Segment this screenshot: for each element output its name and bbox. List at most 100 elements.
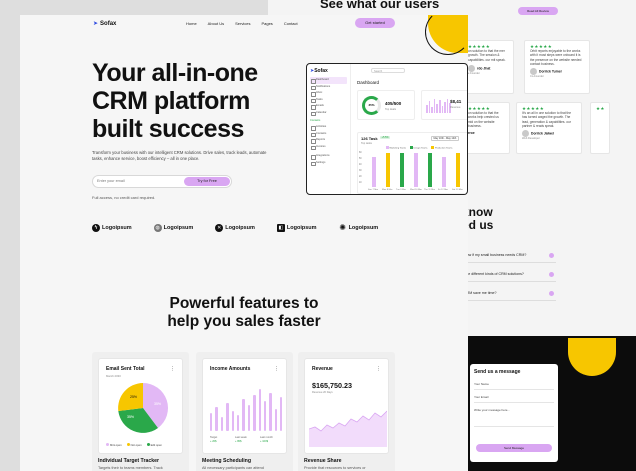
feature-title: Revenue Share [304, 458, 342, 464]
income-label: Last week [235, 436, 247, 439]
task-chart: 126 Task +5.5% Top tasks May 10th - May … [357, 132, 467, 194]
partner-logo: ◍ Logoipsum [153, 224, 194, 232]
expand-icon [549, 272, 554, 277]
faq-item[interactable]: CRM save me time? [464, 287, 556, 301]
nav-home[interactable]: Home [186, 21, 197, 26]
income-bar-chart [210, 387, 283, 431]
testimonial-card: ★★★★★ on solution to that the works help… [462, 102, 510, 154]
revenue-area-chart [309, 410, 387, 447]
chart-bar [372, 157, 376, 187]
decorative-shape [425, 15, 468, 55]
logo-text: Logoipsum [163, 225, 194, 231]
form-title: Send us a message [474, 369, 521, 375]
x-tick: Fri 12 Mar [438, 189, 448, 191]
brand-logo[interactable]: ➤ Sofax [93, 20, 116, 27]
income-label: Last month [260, 436, 273, 439]
avatar [522, 130, 529, 138]
faq-item[interactable]: How if my small business needs CRM? [464, 249, 556, 263]
chart-subtitle: Top tasks [361, 142, 372, 145]
stat-card: $8,41 Revenue [421, 90, 467, 120]
sidebar-item-settings[interactable]: Settings [310, 160, 347, 167]
dashboard-sidebar: ➤Sofax Dashboard Notifications Inbox Tas… [307, 64, 351, 194]
reviewer-role: e Founder [468, 71, 480, 75]
nav-about[interactable]: About Us [208, 21, 224, 26]
x-tick: Tue 9 Mar [396, 189, 406, 191]
stat-value: $8,41 [450, 99, 462, 104]
stat-value: 405/500 [385, 101, 402, 106]
pie-label: 25% [130, 395, 137, 399]
sidebar-item-calendar[interactable]: Calendar [310, 110, 347, 117]
name-field[interactable]: Your Name [474, 379, 554, 390]
message-field[interactable]: Write your message here... [474, 405, 554, 427]
expand-icon [549, 253, 554, 258]
testimonial-card: ★★★★★ It's an all in one solution to tha… [516, 102, 582, 154]
bar-plot: 60 50 40 30 20 10 Sun 7 Mar Mon 8 Mar Tu… [359, 152, 466, 191]
date-range-select[interactable]: May 10th - May 14th [431, 136, 459, 141]
more-icon[interactable]: ⋮ [274, 366, 279, 372]
get-started-button[interactable]: Get started [355, 18, 395, 28]
chart-bar [400, 153, 404, 187]
more-icon[interactable]: ⋮ [376, 366, 381, 372]
logo-text: Logoipsum [102, 225, 132, 231]
hero-title: Your all-in-one CRM platform built succe… [92, 59, 258, 143]
y-tick: 30 [359, 170, 362, 172]
send-message-button[interactable]: Send Message [476, 444, 552, 452]
y-tick: 10 [359, 182, 362, 184]
testimonial-card: ★★★★★ on solution to that the mer growth… [462, 40, 514, 94]
income-value: + 100$ [260, 440, 269, 443]
nav-services[interactable]: Services [235, 21, 250, 26]
sidebar-item-invoices[interactable]: Invoices [310, 144, 347, 151]
read-all-reviews-button[interactable]: Read All Review [518, 7, 558, 15]
email-field[interactable]: Your Email [474, 392, 554, 403]
stat-card: 35% 405/500 Top deals [357, 90, 415, 120]
revenue-chart-card: Revenue ⋮ $165,750.23 Revenue 20 Days [304, 358, 389, 454]
y-tick: 40 [359, 164, 362, 166]
feature-description: Provide that resources to services or [304, 466, 366, 470]
testimonial-text: Orbit reports enjoyable to the works wit… [530, 49, 582, 66]
legend-item: Design Teams [410, 146, 427, 150]
hero-line: Your all-in-one [92, 59, 258, 87]
feature-description: All necessary participants can attend [202, 466, 264, 470]
nav-contact[interactable]: Contact [284, 21, 298, 26]
globe-icon: ◍ [153, 224, 162, 232]
reviewer-role: Web Developer [522, 137, 540, 141]
faq-item[interactable]: The different kinds of CRM solutions? [464, 268, 556, 282]
chart-bar [456, 153, 460, 187]
avatar [468, 64, 475, 72]
no-card-note: Full access, no credit card required. [92, 195, 156, 200]
partner-logo: ϟ Logoipsum [92, 224, 132, 232]
email-input[interactable]: Enter your email [97, 179, 125, 183]
nav-pages[interactable]: Pages [261, 21, 272, 26]
legend-item: Edit open [146, 443, 162, 447]
stat-label: Top deals [385, 108, 397, 111]
brand-name: Sofax [100, 21, 117, 27]
card-title: Revenue [312, 366, 333, 372]
income-label: Target [210, 436, 218, 439]
features-heading: Powerful features to help you sales fast… [120, 295, 368, 331]
x-tick: Thu 11 Mar [424, 189, 436, 191]
bolt-icon: ϟ [92, 224, 100, 232]
feature-description: Targets their to teams members. Track [98, 466, 163, 470]
more-icon[interactable]: ⋮ [170, 366, 175, 372]
x-tick: Mon 8 Mar [382, 189, 393, 191]
reviewer-role: Co-Founder [530, 75, 544, 79]
sun-icon: ✺ [339, 223, 346, 232]
hero-subtitle: Transform your business with our intelli… [92, 150, 267, 161]
card-title: Email Sent Total [106, 366, 145, 372]
cross-icon: ✕ [215, 224, 224, 232]
growth-badge: +5.5% [380, 136, 391, 139]
stat-label: Revenue [450, 106, 461, 109]
try-free-button[interactable]: Try for Free [184, 177, 230, 186]
mini-bar-chart [426, 99, 451, 113]
square-icon: ◧ [276, 224, 285, 232]
faq-question: The different kinds of CRM solutions? [464, 272, 524, 276]
legend-item: Not open [126, 443, 142, 447]
reviewer-name: rroe [468, 131, 475, 136]
testimonial-card: ★★★★★ Orbit reports enjoyable to the wor… [524, 40, 590, 94]
dashboard-mockup: ➤Sofax Dashboard Notifications Inbox Tas… [306, 63, 468, 195]
chart-bar [414, 153, 418, 187]
chart-title: 126 Task [361, 136, 378, 141]
progress-ring: 35% [362, 96, 381, 115]
dashboard-search-input[interactable]: Search [371, 68, 405, 73]
income-value: + 20$ [210, 440, 217, 443]
